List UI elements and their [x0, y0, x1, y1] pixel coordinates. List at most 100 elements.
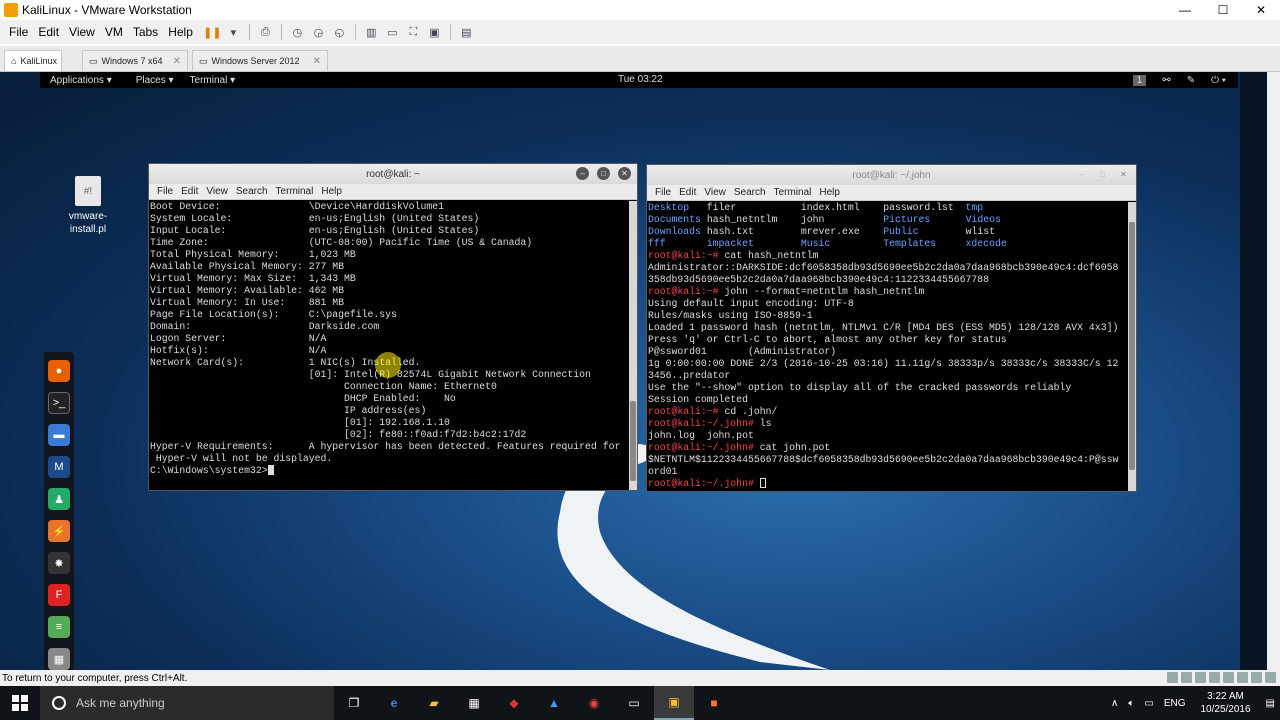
- terminal-scrollbar[interactable]: [629, 201, 637, 490]
- terminal-window-john[interactable]: root@kali: ~/.john – □ ✕ File Edit View …: [646, 164, 1137, 492]
- menu-file[interactable]: File: [153, 186, 177, 197]
- menu-search[interactable]: Search: [730, 187, 770, 198]
- chevron-down-icon[interactable]: ▾: [225, 24, 242, 40]
- power-icon[interactable]: ⏻ ▾: [1211, 75, 1226, 86]
- menu-file[interactable]: File: [651, 187, 675, 198]
- revert-snapshot-icon[interactable]: ◶: [310, 24, 327, 40]
- cmd-icon[interactable]: ▭: [614, 686, 654, 720]
- applications-menu[interactable]: Applications ▾: [40, 75, 112, 86]
- tab-kalilinux[interactable]: ⌂ KaliLinux: [4, 50, 62, 71]
- files-icon[interactable]: ▬: [48, 424, 70, 446]
- snapshot-icon[interactable]: ◷: [289, 24, 306, 40]
- snapshot-manager-icon[interactable]: ◵: [331, 24, 348, 40]
- menu-view[interactable]: View: [700, 187, 730, 198]
- firefox-icon[interactable]: ●: [48, 360, 70, 382]
- menu-edit[interactable]: Edit: [177, 186, 202, 197]
- shell-prompt: root@kali:~/.john#: [648, 418, 754, 429]
- armitage-icon[interactable]: ♟: [48, 488, 70, 510]
- thumbnail-icon[interactable]: ▭: [384, 24, 401, 40]
- tab-windows-server-2012[interactable]: ▭ Windows Server 2012 ✕: [192, 50, 328, 71]
- file-explorer-icon[interactable]: ▰: [414, 686, 454, 720]
- menu-file[interactable]: File: [4, 25, 33, 39]
- terminal-window-windows-shell[interactable]: root@kali: ~ – □ ✕ File Edit View Search…: [148, 163, 638, 491]
- app-blue-icon[interactable]: ▲: [534, 686, 574, 720]
- maximize-icon[interactable]: □: [597, 167, 610, 180]
- display-icon[interactable]: [1251, 672, 1262, 683]
- faraday-icon[interactable]: F: [48, 584, 70, 606]
- menu-vm[interactable]: VM: [100, 25, 128, 39]
- chrome-icon[interactable]: ◉: [574, 686, 614, 720]
- terminal-output[interactable]: Boot Device: \Device\HarddiskVolume1 Syst…: [149, 201, 629, 490]
- terminal-titlebar[interactable]: root@kali: ~/.john – □ ✕: [647, 165, 1136, 185]
- terminal-menu[interactable]: Terminal ▾: [174, 75, 236, 86]
- language-indicator[interactable]: ENG: [1164, 698, 1186, 709]
- desktop-file-vmware-install[interactable]: #! vmware- install.pl: [66, 176, 110, 236]
- menu-help[interactable]: Help: [317, 186, 346, 197]
- minimize-icon[interactable]: –: [1075, 168, 1088, 181]
- settings-icon[interactable]: ✎: [1187, 75, 1195, 86]
- places-menu[interactable]: Places ▾: [112, 75, 174, 86]
- metasploit-icon[interactable]: M: [48, 456, 70, 478]
- unity-icon[interactable]: ▣: [426, 24, 443, 40]
- close-tab-icon[interactable]: ✕: [173, 56, 181, 67]
- network-icon[interactable]: ⚯: [1162, 75, 1170, 86]
- app-orange-icon[interactable]: ■: [694, 686, 734, 720]
- guest-display[interactable]: Applications ▾ Places ▾ Terminal ▾ Tue 0…: [0, 72, 1280, 670]
- console-view-icon[interactable]: ▤: [458, 24, 475, 40]
- top-bar-clock[interactable]: Tue 03:22: [618, 74, 663, 85]
- menu-view[interactable]: View: [202, 186, 232, 197]
- burpsuite-icon[interactable]: ⚡: [48, 520, 70, 542]
- printer-icon[interactable]: [1237, 672, 1248, 683]
- fullscreen-icon[interactable]: ⛶: [405, 24, 422, 40]
- menu-view[interactable]: View: [64, 25, 100, 39]
- tray-chevron-icon[interactable]: ∧: [1111, 698, 1118, 709]
- cortana-search[interactable]: Ask me anything: [40, 686, 334, 720]
- send-keys-icon[interactable]: ⎙: [257, 24, 274, 40]
- vmware-workstation-icon[interactable]: ▣: [654, 686, 694, 720]
- terminal-scrollbar[interactable]: [1128, 202, 1136, 491]
- tab-windows-7[interactable]: ▭ Windows 7 x64 ✕: [82, 50, 188, 71]
- menu-terminal[interactable]: Terminal: [272, 186, 318, 197]
- menu-edit[interactable]: Edit: [33, 25, 64, 39]
- start-button[interactable]: [0, 686, 40, 720]
- close-icon[interactable]: ✕: [1117, 168, 1130, 181]
- minimize-icon[interactable]: –: [576, 167, 589, 180]
- menu-help[interactable]: Help: [815, 187, 844, 198]
- terminal-output[interactable]: Desktop filer index.html password.lst tm…: [647, 202, 1128, 491]
- ls-entry: index.html: [800, 202, 860, 213]
- menu-tabs[interactable]: Tabs: [128, 25, 163, 39]
- edge-icon[interactable]: e: [374, 686, 414, 720]
- menu-edit[interactable]: Edit: [675, 187, 700, 198]
- task-view-icon[interactable]: ❐: [334, 686, 374, 720]
- menu-search[interactable]: Search: [232, 186, 272, 197]
- pause-icon[interactable]: ❚❚: [203, 24, 221, 40]
- maximize-button[interactable]: ☐: [1204, 0, 1242, 20]
- network-tray-icon[interactable]: ▭: [1144, 698, 1153, 709]
- network-adapter-icon[interactable]: [1195, 672, 1206, 683]
- sound-icon[interactable]: [1223, 672, 1234, 683]
- notifications-icon[interactable]: ▤: [1266, 698, 1275, 709]
- show-apps-icon[interactable]: ▦: [48, 648, 70, 670]
- close-button[interactable]: ✕: [1242, 0, 1280, 20]
- maltego-icon[interactable]: ✸: [48, 552, 70, 574]
- leafpad-icon[interactable]: ≡: [48, 616, 70, 638]
- menu-terminal[interactable]: Terminal: [770, 187, 816, 198]
- terminal-icon[interactable]: >_: [48, 392, 70, 414]
- hdd-icon[interactable]: [1167, 672, 1178, 683]
- store-icon[interactable]: ▦: [454, 686, 494, 720]
- vm-scrollbar[interactable]: [1267, 72, 1280, 670]
- cdrom-icon[interactable]: [1181, 672, 1192, 683]
- close-icon[interactable]: ✕: [618, 167, 631, 180]
- maximize-icon[interactable]: □: [1096, 168, 1109, 181]
- terminal-titlebar[interactable]: root@kali: ~ – □ ✕: [149, 164, 637, 184]
- menu-help[interactable]: Help: [163, 25, 198, 39]
- workspace-indicator[interactable]: 1: [1132, 74, 1147, 86]
- library-icon[interactable]: ▥: [363, 24, 380, 40]
- taskbar-clock[interactable]: 3:22 AM 10/25/2016: [1200, 690, 1250, 716]
- minimize-button[interactable]: —: [1166, 0, 1204, 20]
- message-icon[interactable]: [1265, 672, 1276, 683]
- usb-icon[interactable]: [1209, 672, 1220, 683]
- volume-icon[interactable]: 🔈︎: [1128, 698, 1134, 709]
- app-red-icon[interactable]: ◆: [494, 686, 534, 720]
- close-tab-icon[interactable]: ✕: [313, 56, 321, 67]
